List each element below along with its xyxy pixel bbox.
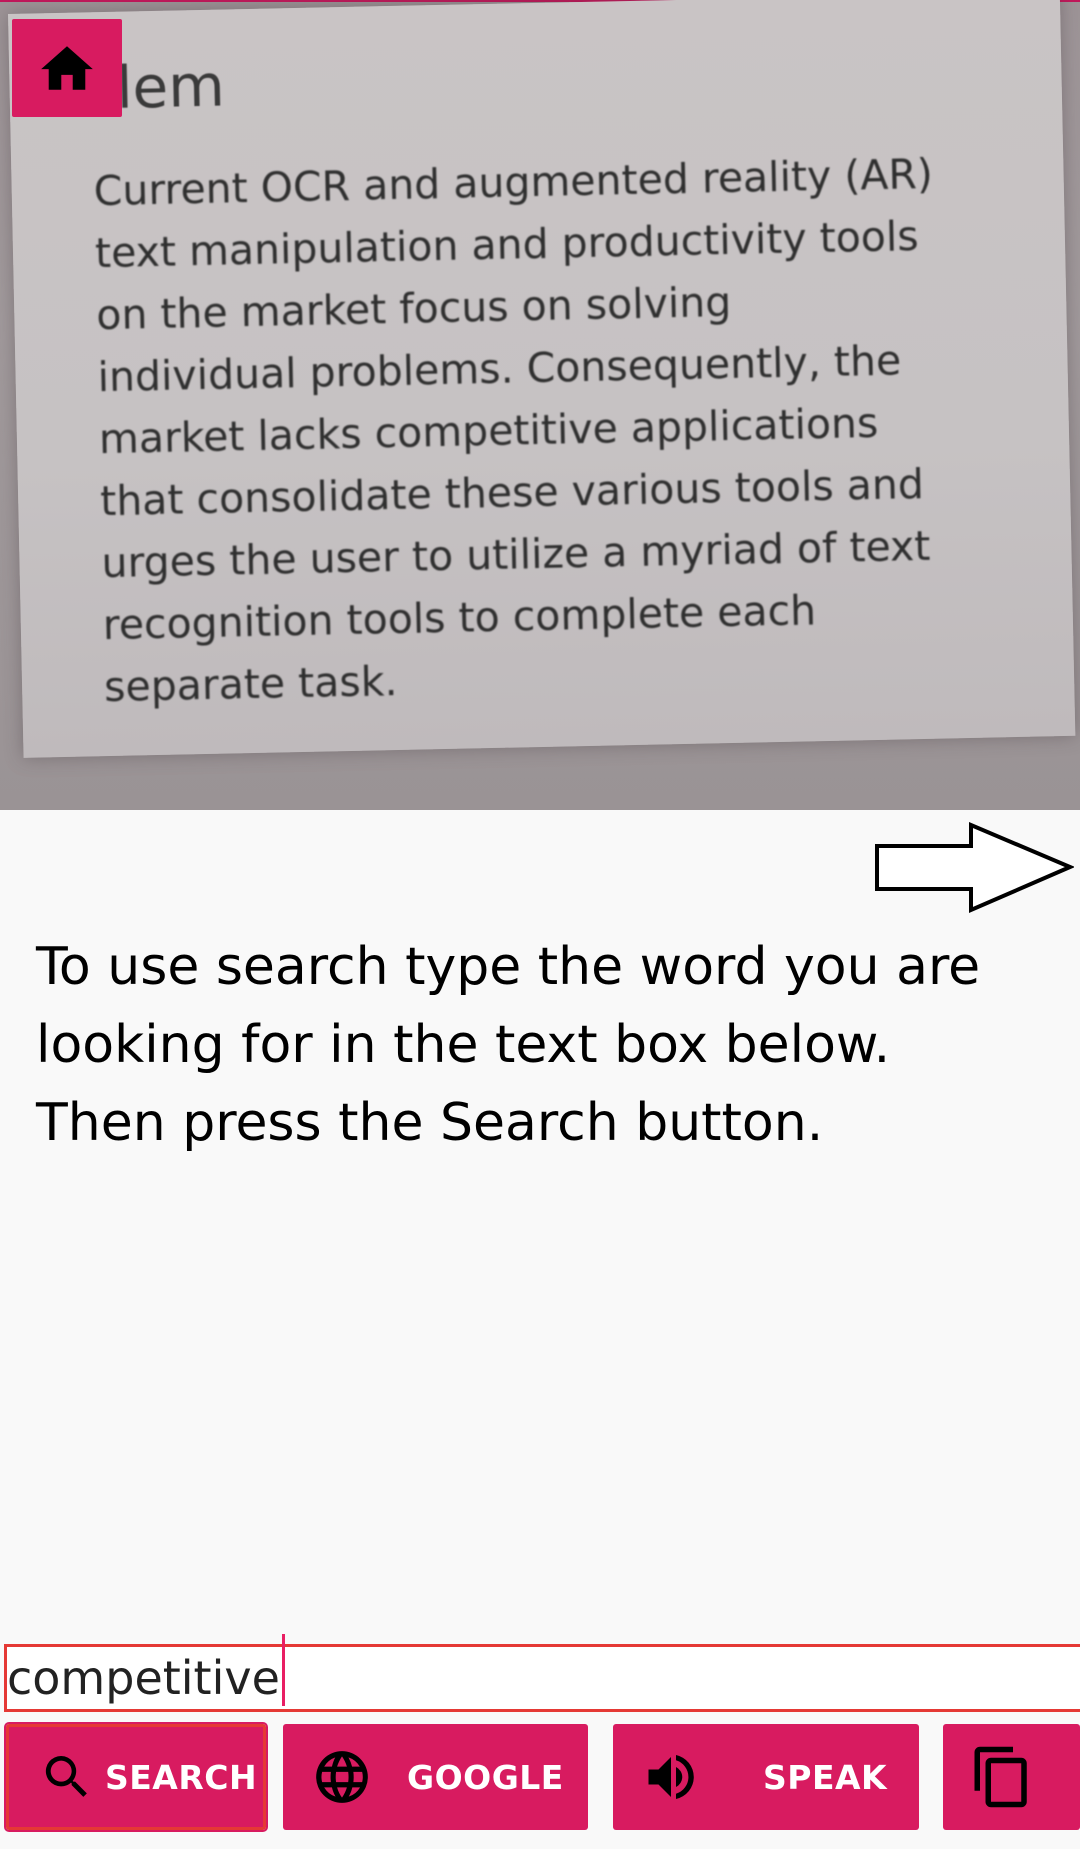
search-icon xyxy=(39,1749,95,1805)
search-input-value: competitive xyxy=(7,1651,280,1705)
speak-button[interactable]: SPEAK xyxy=(613,1724,919,1830)
globe-icon xyxy=(311,1746,373,1808)
home-icon xyxy=(41,46,93,90)
google-button-label: GOOGLE xyxy=(407,1757,564,1797)
search-instructions: To use search type the word you are look… xyxy=(36,937,981,1153)
next-arrow-button[interactable] xyxy=(874,821,1076,914)
copy-icon xyxy=(969,1742,1035,1812)
search-button[interactable]: SEARCH xyxy=(4,1722,268,1832)
copy-button[interactable] xyxy=(943,1724,1080,1830)
document-body: Current OCR and augmented reality (AR) t… xyxy=(93,149,934,712)
arrow-right-icon xyxy=(875,821,1076,914)
search-input[interactable]: competitive xyxy=(4,1634,1080,1712)
camera-preview: blem Current OCR and augmented reality (… xyxy=(0,0,1080,810)
speak-button-label: SPEAK xyxy=(763,1757,888,1797)
search-button-label: SEARCH xyxy=(105,1757,258,1797)
text-caret xyxy=(281,1634,285,1706)
captured-document: blem Current OCR and augmented reality (… xyxy=(8,0,1076,758)
google-button[interactable]: GOOGLE xyxy=(283,1724,588,1830)
home-button[interactable] xyxy=(12,19,122,117)
speaker-icon xyxy=(641,1747,701,1807)
